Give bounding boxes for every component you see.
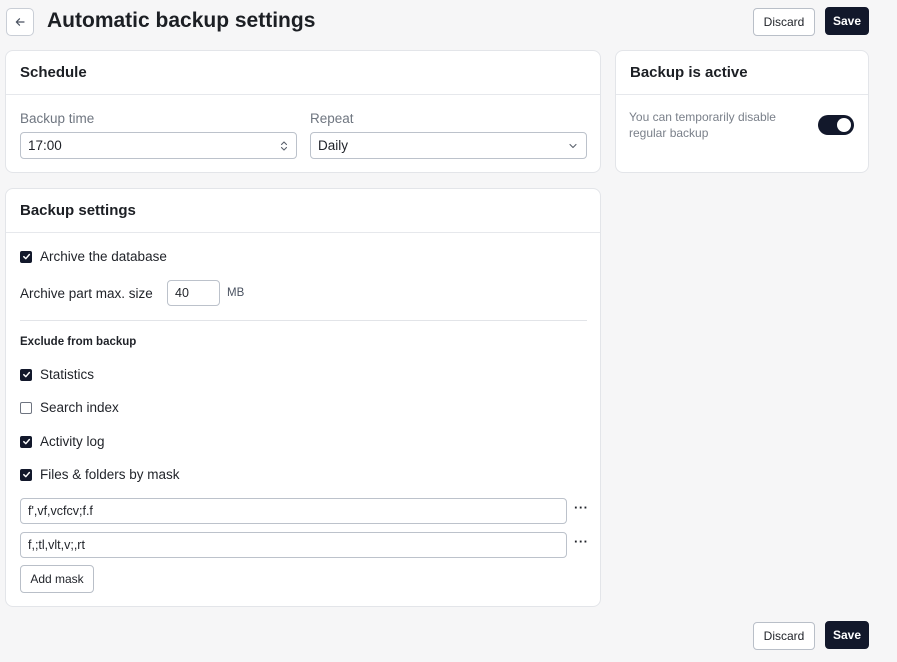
updown-chevron-icon [280, 140, 288, 152]
discard-button[interactable]: Discard [753, 8, 815, 36]
footer-save-button[interactable]: Save [825, 621, 869, 649]
mask-value: f,;tl,vlt,v;,rt [28, 538, 85, 552]
part-size-input[interactable]: 40 [167, 280, 220, 306]
exclude-files-mask-label: Files & folders by mask [40, 467, 180, 482]
part-size-label: Archive part max. size [20, 286, 153, 301]
backup-active-title: Backup is active [616, 51, 868, 95]
repeat-label: Repeat [310, 111, 354, 126]
exclude-heading: Exclude from backup [20, 336, 137, 348]
repeat-select[interactable]: Daily [310, 132, 587, 159]
backup-settings-card: Backup settings Archive the database Arc… [5, 188, 601, 607]
mask-value: f',vf,vcfcv;f.f [28, 504, 93, 518]
more-options-icon[interactable]: ··· [574, 535, 589, 548]
exclude-activity-log-row[interactable]: Activity log [20, 434, 105, 449]
repeat-value: Daily [318, 138, 349, 153]
schedule-card: Schedule Backup time 17:00 Repeat Daily [5, 50, 601, 173]
backup-active-toggle[interactable] [818, 115, 854, 135]
exclude-search-index-checkbox[interactable] [20, 401, 32, 414]
backup-active-card: Backup is active You can temporarily dis… [615, 50, 869, 173]
backup-time-select[interactable]: 17:00 [20, 132, 297, 159]
divider [20, 320, 587, 321]
checkmark-icon [22, 438, 30, 445]
footer-discard-button[interactable]: Discard [753, 622, 815, 650]
mask-input[interactable]: f,;tl,vlt,v;,rt [20, 532, 567, 558]
archive-db-checkbox[interactable] [20, 250, 32, 263]
checkmark-icon [22, 371, 30, 378]
part-size-value: 40 [175, 286, 189, 300]
more-options-icon[interactable]: ··· [574, 501, 589, 514]
exclude-activity-log-label: Activity log [40, 434, 105, 449]
mask-input[interactable]: f',vf,vcfcv;f.f [20, 498, 567, 524]
save-button[interactable]: Save [825, 7, 869, 35]
part-size-unit: MB [227, 287, 245, 299]
exclude-files-mask-checkbox[interactable] [20, 468, 32, 481]
exclude-statistics-checkbox[interactable] [20, 368, 32, 381]
chevron-down-icon [568, 142, 578, 150]
exclude-statistics-label: Statistics [40, 367, 95, 382]
checkmark-icon [22, 253, 30, 260]
archive-db-label: Archive the database [40, 249, 167, 264]
exclude-files-mask-row[interactable]: Files & folders by mask [20, 467, 180, 482]
backup-active-description: You can temporarily disable regular back… [629, 110, 776, 140]
arrow-left-icon [15, 18, 25, 26]
exclude-statistics-row[interactable]: Statistics [20, 367, 94, 382]
backup-time-label: Backup time [20, 111, 95, 126]
exclude-activity-log-checkbox[interactable] [20, 435, 32, 448]
backup-settings-title: Backup settings [6, 189, 600, 233]
back-button[interactable] [6, 8, 34, 36]
exclude-search-index-label: Search index [40, 400, 119, 415]
toggle-knob [837, 118, 851, 132]
add-mask-button[interactable]: Add mask [20, 565, 94, 593]
schedule-title: Schedule [6, 51, 600, 95]
page-title: Automatic backup settings [47, 9, 316, 32]
exclude-search-index-row[interactable]: Search index [20, 400, 119, 415]
checkmark-icon [22, 471, 30, 478]
backup-time-value: 17:00 [28, 138, 62, 153]
archive-db-checkbox-row[interactable]: Archive the database [20, 249, 167, 264]
